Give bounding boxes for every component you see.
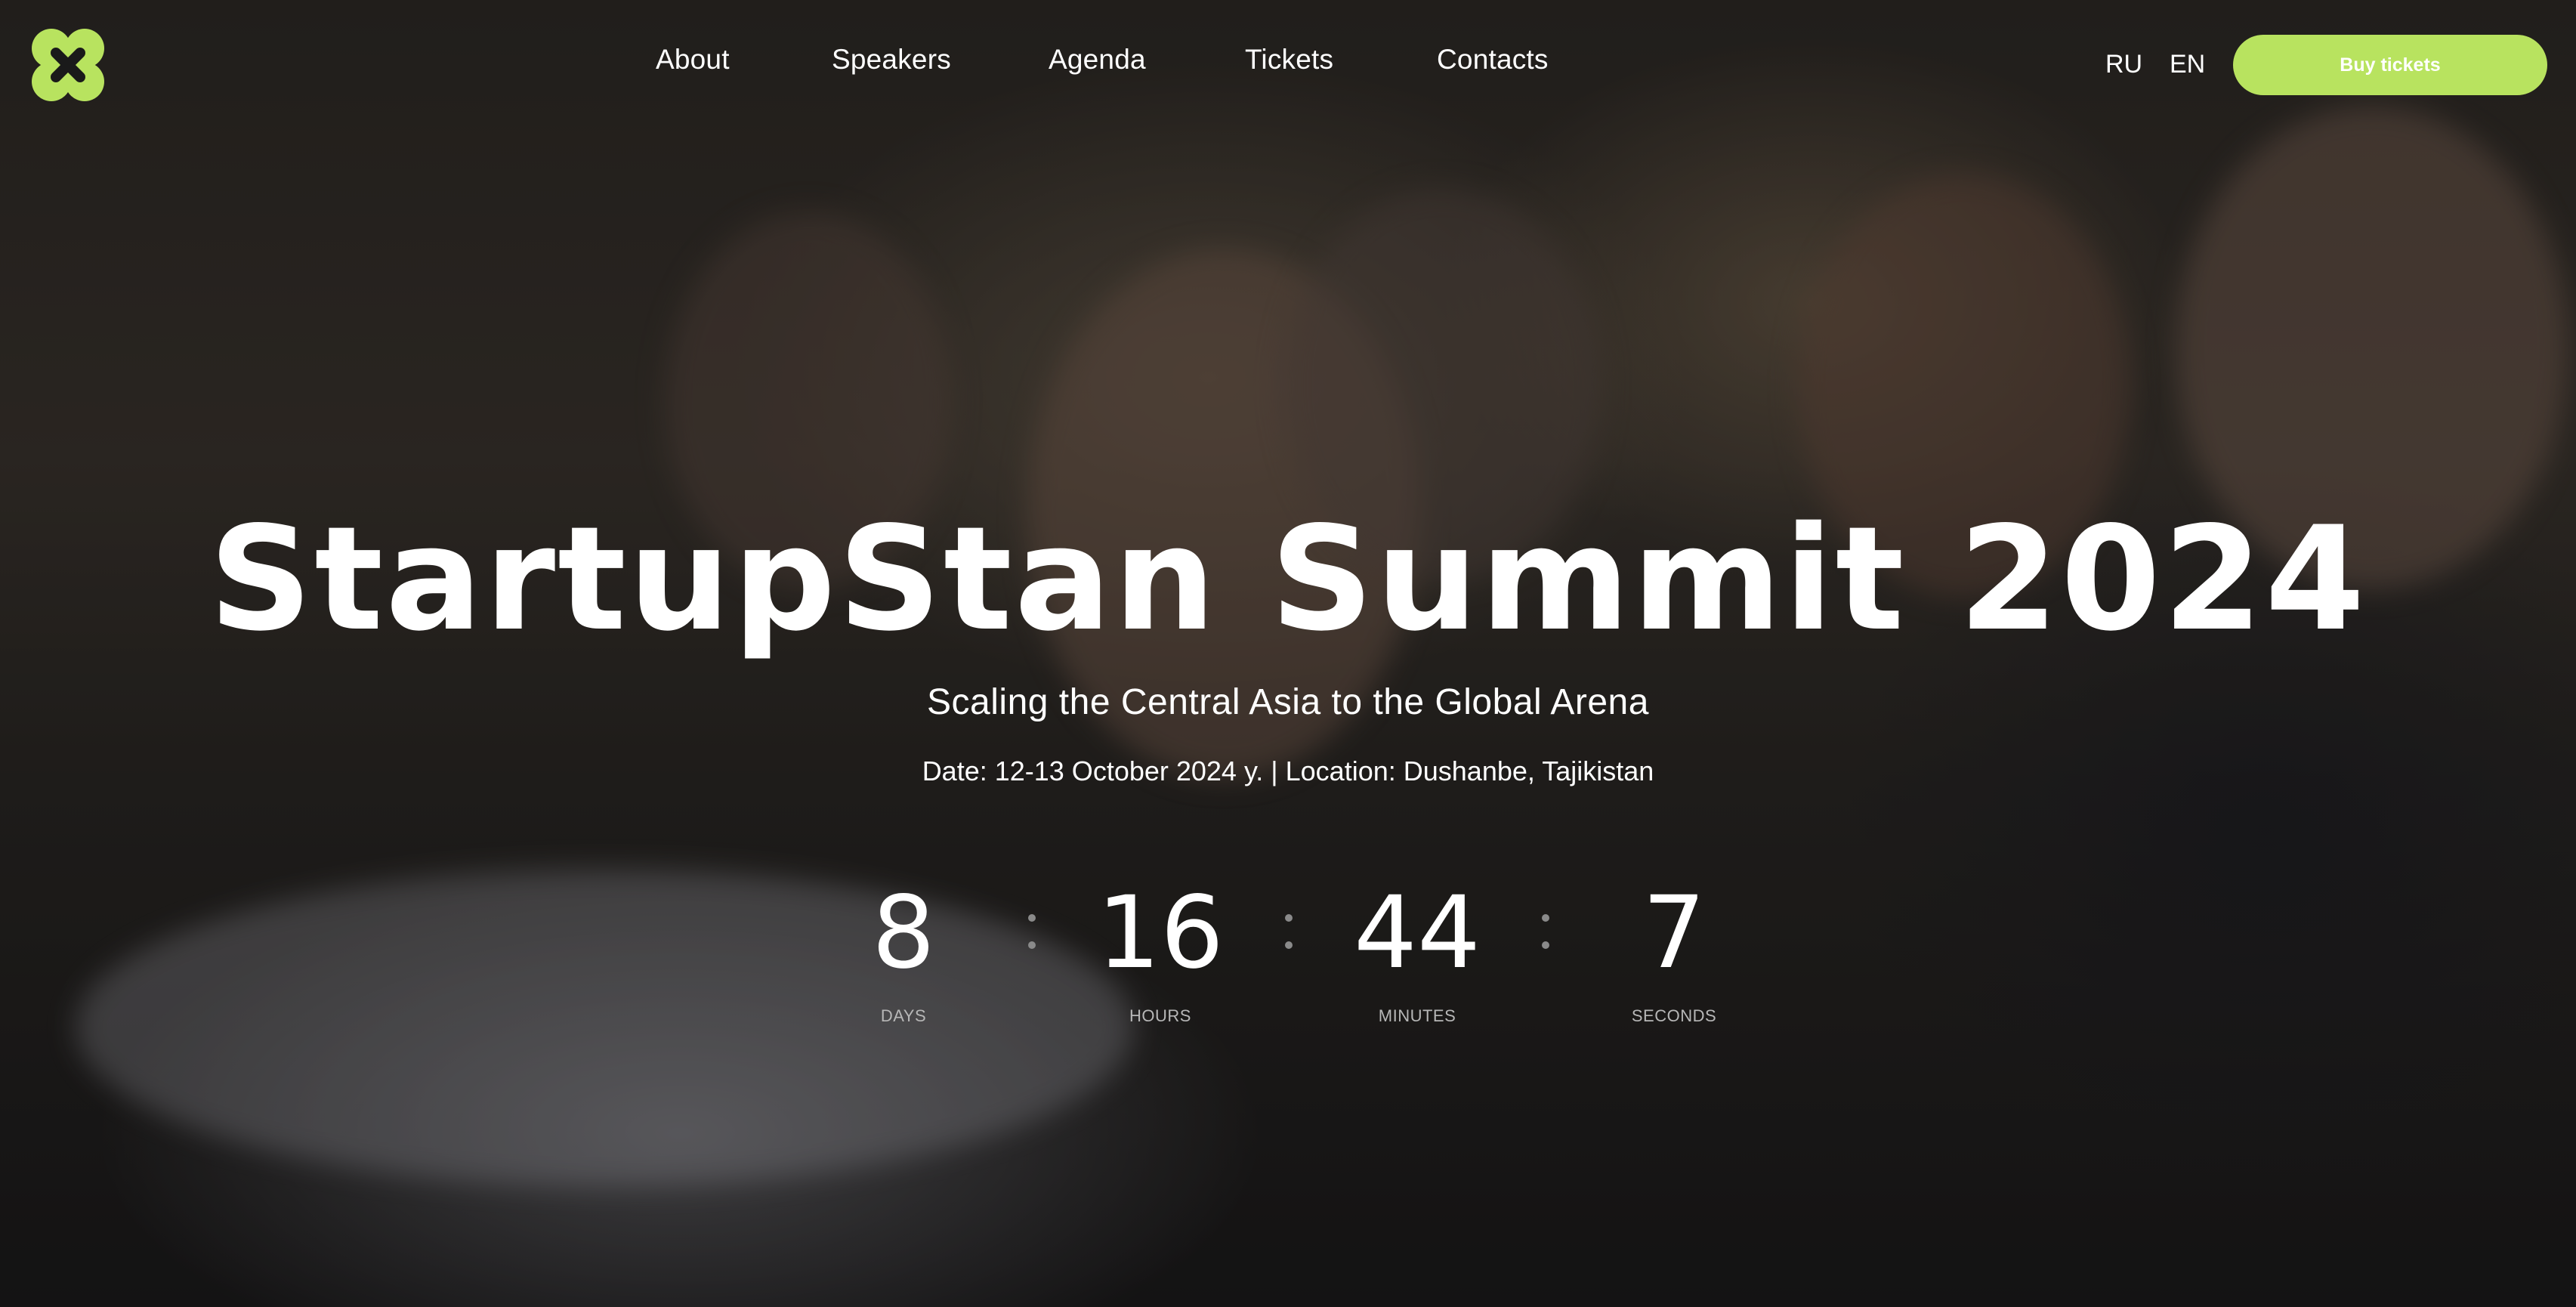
- countdown-separator: [1027, 914, 1036, 949]
- countdown-hours-value: 16: [1097, 875, 1224, 991]
- buy-tickets-button[interactable]: Buy tickets: [2233, 35, 2547, 95]
- countdown-days-value: 8: [872, 875, 935, 991]
- nav-contacts[interactable]: Contacts: [1437, 44, 1549, 76]
- countdown-minutes-value: 44: [1354, 875, 1481, 991]
- countdown-days-label: DAYS: [880, 1006, 927, 1025]
- countdown-seconds-value: 7: [1642, 875, 1706, 991]
- countdown-seconds: 7 SECONDS: [1576, 876, 1772, 1026]
- countdown-separator: [1541, 914, 1550, 949]
- countdown-minutes: 44 MINUTES: [1319, 876, 1515, 1026]
- language-en[interactable]: EN: [2170, 50, 2205, 79]
- countdown-days: 8 DAYS: [805, 876, 1002, 1026]
- event-date-location: Date: 12-13 October 2024 y. | Location: …: [922, 755, 1654, 786]
- hero-subtitle: Scaling the Central Asia to the Global A…: [927, 682, 1649, 722]
- countdown-hours-label: HOURS: [1129, 1006, 1191, 1025]
- countdown-seconds-label: SECONDS: [1631, 1006, 1717, 1025]
- hero-section: About Speakers Agenda Tickets Contacts R…: [0, 0, 2576, 1307]
- language-ru[interactable]: RU: [2105, 50, 2142, 79]
- page-title: StartupStan Summit 2024: [208, 496, 2368, 663]
- countdown-minutes-label: MINUTES: [1378, 1006, 1456, 1025]
- nav-agenda[interactable]: Agenda: [1049, 44, 1146, 76]
- nav-about[interactable]: About: [656, 44, 730, 76]
- nav-tickets[interactable]: Tickets: [1245, 44, 1333, 76]
- countdown-hours: 16 HOURS: [1062, 876, 1259, 1026]
- countdown-separator: [1284, 914, 1293, 949]
- x-blob-logo-icon[interactable]: [29, 26, 107, 104]
- nav-speakers[interactable]: Speakers: [832, 44, 951, 76]
